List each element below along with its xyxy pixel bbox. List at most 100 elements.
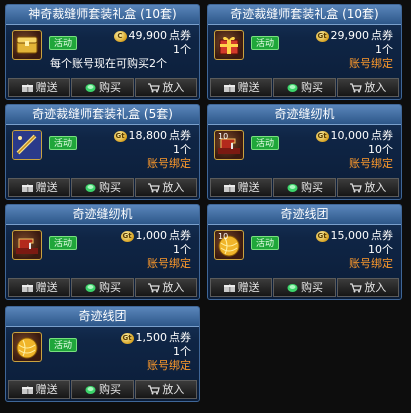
gift-button[interactable]: 赠送 [8, 278, 71, 297]
buy-coins-icon [84, 82, 97, 93]
scroll-icon[interactable] [12, 130, 42, 160]
buy-coins-icon [286, 282, 299, 293]
sewing-machine-icon[interactable] [12, 230, 42, 260]
add-to-cart-button[interactable]: 放入 [134, 178, 197, 197]
buy-button[interactable]: 购买 [71, 78, 134, 97]
gift-button[interactable]: 赠送 [210, 278, 273, 297]
gift-box-icon[interactable] [214, 30, 244, 60]
action-bar: 赠送 购买 放入 [8, 178, 197, 197]
price-unit: 点券 [169, 29, 191, 42]
price-unit: 点券 [169, 129, 191, 142]
gift-button[interactable]: 赠送 [210, 178, 273, 197]
event-badge: 活动 [251, 236, 279, 250]
coin-icon: Gt [120, 332, 134, 344]
gift-button[interactable]: 赠送 [8, 178, 71, 197]
quantity: 10个 [368, 243, 393, 256]
account-bind-label: 账号绑定 [349, 57, 393, 70]
price: Gt 15,000 点券 [315, 229, 393, 243]
add-to-cart-button[interactable]: 放入 [336, 278, 399, 297]
buy-button[interactable]: 购买 [273, 78, 336, 97]
buy-button[interactable]: 购买 [273, 178, 336, 197]
price-value: 49,900 [128, 29, 168, 42]
shop-item-card[interactable]: 奇迹线团 10 活动 Gt 15,000 点券 10个 账号绑定 赠送 购买 放… [207, 204, 402, 300]
quantity: 1个 [173, 143, 191, 156]
price: Gt 18,800 点券 [113, 129, 191, 143]
price: C 49,900 点券 [113, 29, 191, 43]
cart-icon [147, 384, 161, 395]
buy-coins-icon [286, 82, 299, 93]
buy-button[interactable]: 购买 [71, 278, 134, 297]
event-badge: 活动 [251, 136, 279, 150]
buy-coins-icon [84, 282, 97, 293]
gift-icon [223, 182, 236, 193]
cart-icon [349, 82, 363, 93]
shop-item-card[interactable]: 奇迹线团 活动 Gt 1,500 点券 1个 账号绑定 赠送 购买 放入 [5, 306, 200, 402]
quantity: 10个 [368, 143, 393, 156]
shop-item-card[interactable]: 奇迹缝纫机 10 活动 Gt 10,000 点券 10个 账号绑定 赠送 购买 … [207, 104, 402, 200]
event-badge: 活动 [49, 236, 77, 250]
buy-button[interactable]: 购买 [71, 380, 134, 399]
gift-icon [223, 282, 236, 293]
action-bar: 赠送 购买 放入 [8, 278, 197, 297]
item-title: 神奇裁缝师套装礼盒 (10套) [6, 5, 199, 25]
item-title: 奇迹线团 [6, 307, 199, 327]
price: Gt 10,000 点券 [315, 129, 393, 143]
price-value: 1,000 [135, 229, 168, 242]
account-bind-label: 账号绑定 [147, 257, 191, 270]
price-value: 18,800 [128, 129, 168, 142]
item-title: 奇迹裁缝师套装礼盒 (5套) [6, 105, 199, 125]
gift-icon [223, 82, 236, 93]
sewing-machine-icon[interactable]: 10 [214, 130, 244, 160]
price-value: 1,500 [135, 331, 168, 344]
gift-icon [21, 182, 34, 193]
item-title: 奇迹线团 [208, 205, 401, 225]
price-value: 29,900 [330, 29, 370, 42]
thread-ball-icon[interactable]: 10 [214, 230, 244, 260]
shop-item-grid: 神奇裁缝师套装礼盒 (10套) 活动 C 49,900 点券 1个 每个账号现在… [0, 0, 411, 413]
item-count: 10 [218, 132, 229, 141]
event-badge: 活动 [49, 338, 77, 352]
gift-button[interactable]: 赠送 [8, 380, 71, 399]
price-value: 10,000 [330, 129, 370, 142]
cart-icon [147, 182, 161, 193]
action-bar: 赠送 购买 放入 [8, 380, 197, 399]
item-title: 奇迹缝纫机 [208, 105, 401, 125]
add-to-cart-button[interactable]: 放入 [134, 278, 197, 297]
shop-item-card[interactable]: 奇迹缝纫机 活动 Gt 1,000 点券 1个 账号绑定 赠送 购买 放入 [5, 204, 200, 300]
coin-icon: Gt [120, 230, 134, 242]
add-to-cart-button[interactable]: 放入 [134, 380, 197, 399]
coin-icon: Gt [315, 230, 329, 242]
item-count: 10 [218, 232, 229, 241]
purchase-limit-note: 每个账号现在可购买2个 [50, 57, 167, 70]
quantity: 1个 [173, 243, 191, 256]
buy-button[interactable]: 购买 [71, 178, 134, 197]
account-bind-label: 账号绑定 [349, 257, 393, 270]
event-badge: 活动 [251, 36, 279, 50]
add-to-cart-button[interactable]: 放入 [134, 78, 197, 97]
add-to-cart-button[interactable]: 放入 [336, 78, 399, 97]
shop-item-card[interactable]: 奇迹裁缝师套装礼盒 (10套) 活动 Gt 29,900 点券 1个 账号绑定 … [207, 4, 402, 100]
gift-icon [21, 82, 34, 93]
quantity: 1个 [375, 43, 393, 56]
item-title: 奇迹裁缝师套装礼盒 (10套) [208, 5, 401, 25]
thread-ball-icon[interactable] [12, 332, 42, 362]
item-title: 奇迹缝纫机 [6, 205, 199, 225]
chest-icon[interactable] [12, 30, 42, 60]
cart-icon [349, 182, 363, 193]
gift-button[interactable]: 赠送 [210, 78, 273, 97]
account-bind-label: 账号绑定 [147, 359, 191, 372]
gift-button[interactable]: 赠送 [8, 78, 71, 97]
gift-icon [21, 282, 34, 293]
shop-item-card[interactable]: 神奇裁缝师套装礼盒 (10套) 活动 C 49,900 点券 1个 每个账号现在… [5, 4, 200, 100]
add-to-cart-button[interactable]: 放入 [336, 178, 399, 197]
price: Gt 1,000 点券 [120, 229, 191, 243]
quantity: 1个 [173, 345, 191, 358]
price-unit: 点券 [169, 229, 191, 242]
action-bar: 赠送 购买 放入 [210, 178, 399, 197]
price-unit: 点券 [371, 29, 393, 42]
shop-item-card[interactable]: 奇迹裁缝师套装礼盒 (5套) 活动 Gt 18,800 点券 1个 账号绑定 赠… [5, 104, 200, 200]
coin-icon: Gt [315, 30, 329, 42]
buy-button[interactable]: 购买 [273, 278, 336, 297]
coin-icon: C [113, 30, 127, 42]
coin-icon: Gt [315, 130, 329, 142]
